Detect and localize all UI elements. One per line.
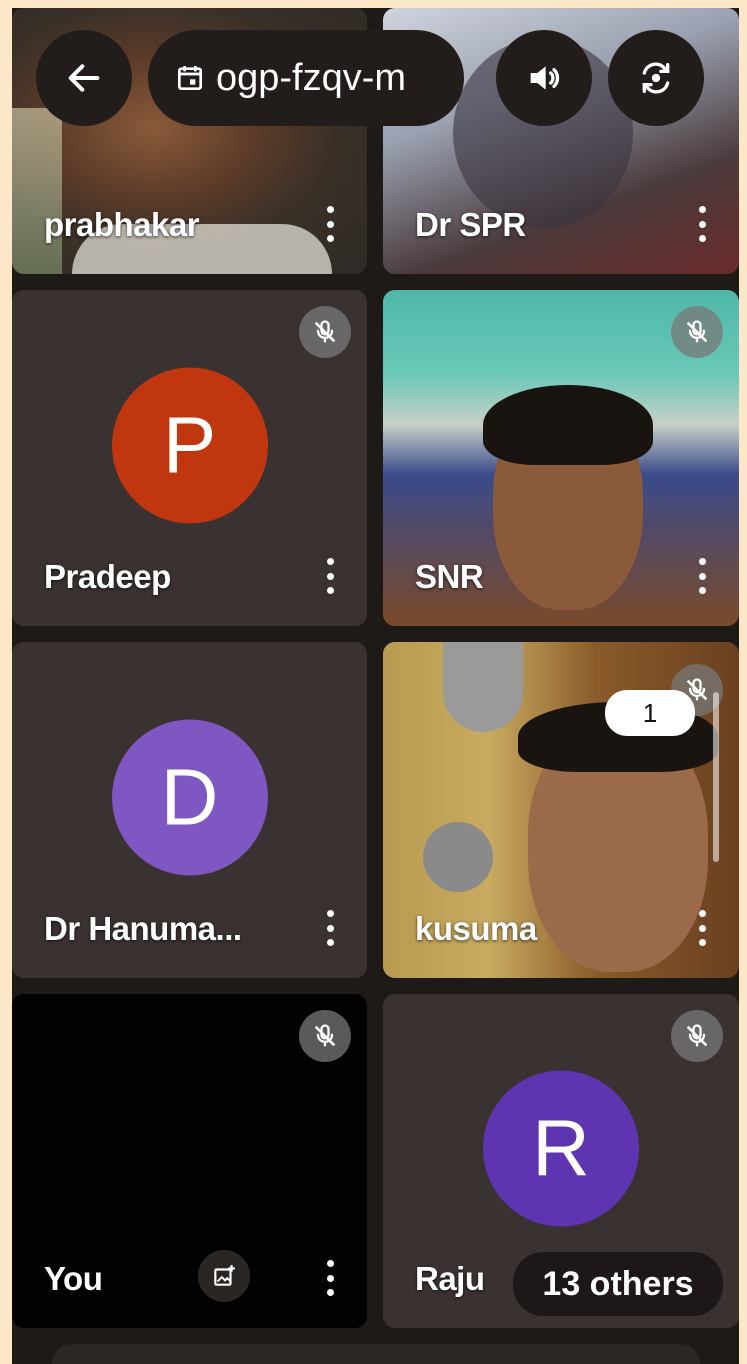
- arrow-left-icon: [68, 64, 100, 92]
- participant-tile-kusuma[interactable]: 1 kusuma: [383, 642, 739, 978]
- participant-tile-snr[interactable]: SNR: [383, 290, 739, 626]
- more-vert-icon[interactable]: [323, 910, 337, 946]
- video-feed-vessel: [423, 822, 493, 892]
- participant-tile-you[interactable]: You: [12, 994, 367, 1328]
- avatar: R: [483, 1070, 639, 1227]
- participant-name: Dr Hanuma...: [44, 910, 242, 947]
- participant-name: SNR: [415, 558, 484, 595]
- camera-switch-icon: [642, 62, 670, 94]
- meeting-info-button[interactable]: ogp-fzqv-m: [148, 30, 464, 126]
- scrollbar[interactable]: [713, 692, 719, 862]
- avatar-initial: P: [162, 400, 217, 490]
- mic-off-icon: [299, 306, 351, 358]
- calendar-icon: [178, 66, 202, 90]
- participant-tile-pradeep[interactable]: P Pradeep: [12, 290, 367, 626]
- speaker-icon: [530, 66, 560, 90]
- mic-off-icon: [671, 306, 723, 358]
- participant-tile-dr-hanuma[interactable]: D Dr Hanuma...: [12, 642, 367, 978]
- participant-name: prabhakar: [44, 206, 200, 243]
- more-vert-icon[interactable]: [695, 910, 709, 946]
- meeting-code: ogp-fzqv-m: [216, 56, 407, 99]
- mic-off-icon: [671, 1010, 723, 1062]
- more-vert-icon[interactable]: [323, 206, 337, 242]
- mic-off-icon: [299, 1010, 351, 1062]
- more-vert-icon[interactable]: [323, 1260, 337, 1296]
- avatar: P: [111, 367, 268, 524]
- switch-camera-button[interactable]: [608, 30, 704, 126]
- others-count-chip[interactable]: 13 others: [513, 1252, 723, 1316]
- page-indicator-text: 1: [642, 697, 658, 728]
- video-feed-light: [12, 108, 62, 274]
- participant-name: Pradeep: [44, 558, 171, 595]
- avatar-initial: D: [160, 752, 219, 842]
- participant-tile-raju[interactable]: R Raju 13 others: [383, 994, 739, 1328]
- add-photo-icon[interactable]: [198, 1250, 250, 1302]
- speaker-button[interactable]: [496, 30, 592, 126]
- participant-name: kusuma: [415, 910, 537, 947]
- bottom-control-bar: [52, 1344, 700, 1364]
- participant-name: Dr SPR: [415, 206, 526, 243]
- video-feed-hair: [483, 385, 653, 465]
- participant-name: Raju: [415, 1260, 485, 1297]
- others-count-label: 13 others: [542, 1264, 694, 1303]
- more-vert-icon[interactable]: [695, 206, 709, 242]
- meeting-screen: prabhakar Dr SPR P Pradeep SNR D Dr Hanu…: [12, 8, 739, 1364]
- avatar: D: [111, 719, 268, 876]
- video-feed-pot: [443, 642, 523, 732]
- participant-name: You: [44, 1260, 103, 1297]
- more-vert-icon[interactable]: [695, 558, 709, 594]
- more-vert-icon[interactable]: [323, 558, 337, 594]
- back-button[interactable]: [36, 30, 132, 126]
- page-indicator-badge: 1: [605, 690, 695, 736]
- avatar-initial: R: [532, 1103, 590, 1193]
